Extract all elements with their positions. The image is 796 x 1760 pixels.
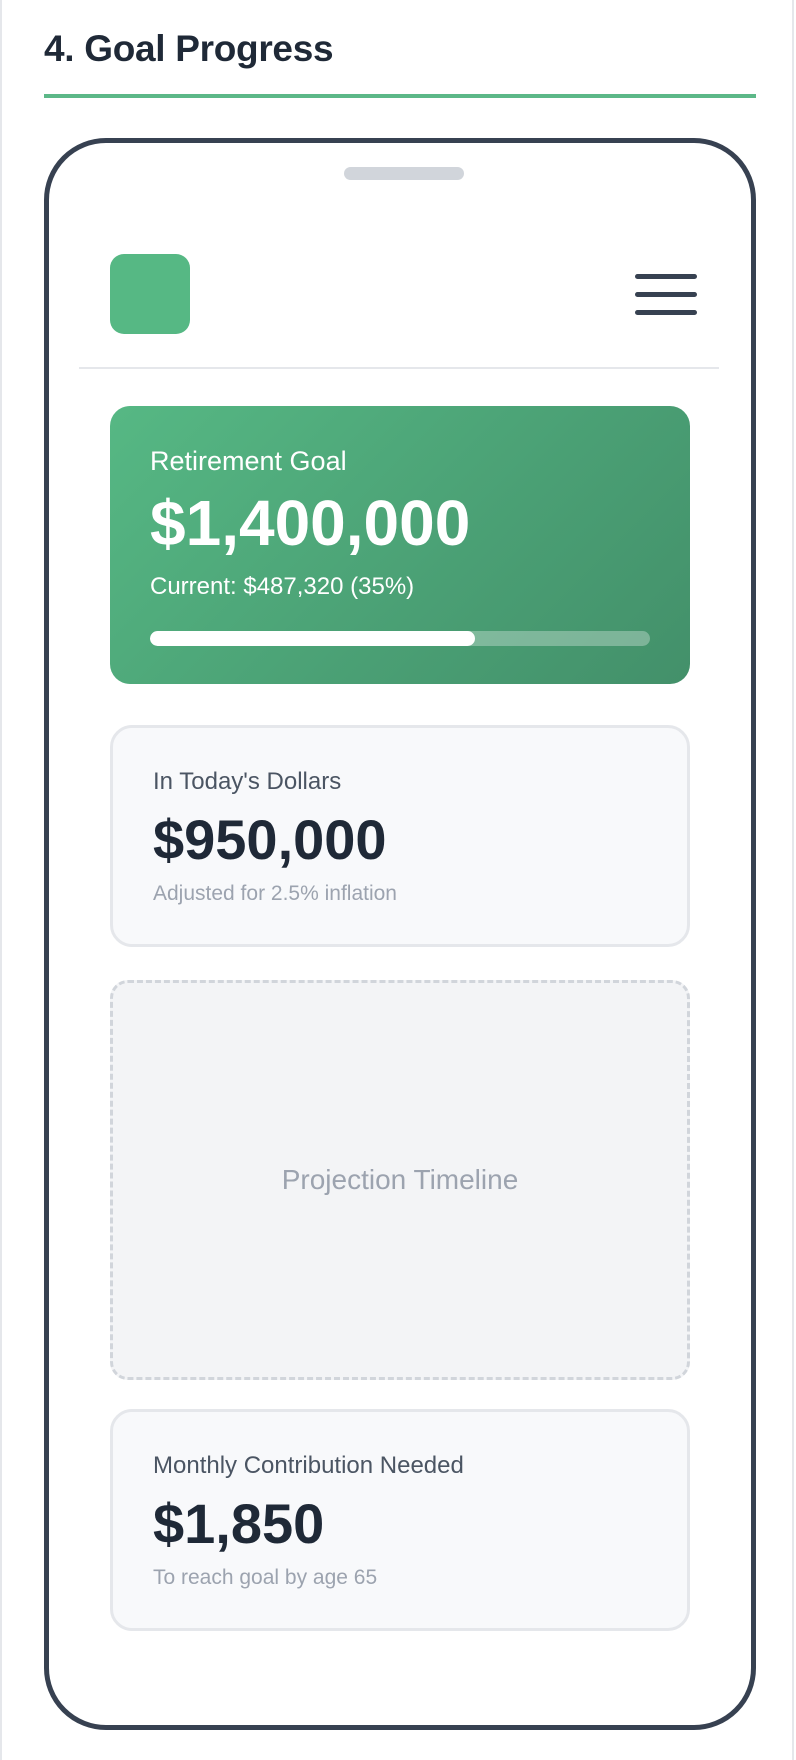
title-underline	[44, 94, 756, 98]
todays-dollars-label: In Today's Dollars	[153, 768, 342, 795]
retirement-goal-card: Retirement Goal $1,400,000 Current: $487…	[110, 406, 690, 684]
section-title: 4. Goal Progress	[44, 28, 334, 69]
goal-current-text: Current: $487,320 (35%)	[150, 573, 415, 600]
menu-bar	[635, 292, 697, 297]
header-divider	[79, 367, 719, 369]
todays-dollars-amount: $950,000	[153, 808, 387, 871]
monthly-contribution-card: Monthly Contribution Needed $1,850 To re…	[110, 1409, 690, 1631]
hamburger-menu-icon[interactable]	[635, 274, 697, 316]
goal-progress-bar	[150, 631, 650, 646]
menu-bar	[635, 274, 697, 279]
phone-notch	[344, 167, 464, 180]
section-card: 4. Goal Progress Retirement Goal $1,400,…	[0, 0, 794, 1760]
app-logo[interactable]	[110, 254, 190, 334]
goal-label: Retirement Goal	[150, 446, 347, 476]
goal-progress-fill	[150, 631, 475, 646]
phone-mockup: Retirement Goal $1,400,000 Current: $487…	[44, 138, 756, 1730]
contribution-label: Monthly Contribution Needed	[153, 1452, 464, 1479]
goal-amount: $1,400,000	[150, 487, 471, 559]
menu-bar	[635, 310, 697, 315]
todays-dollars-card: In Today's Dollars $950,000 Adjusted for…	[110, 725, 690, 947]
projection-timeline-placeholder: Projection Timeline	[110, 980, 690, 1380]
contribution-note: To reach goal by age 65	[153, 1566, 378, 1589]
inflation-note: Adjusted for 2.5% inflation	[153, 882, 397, 905]
contribution-amount: $1,850	[153, 1492, 325, 1555]
